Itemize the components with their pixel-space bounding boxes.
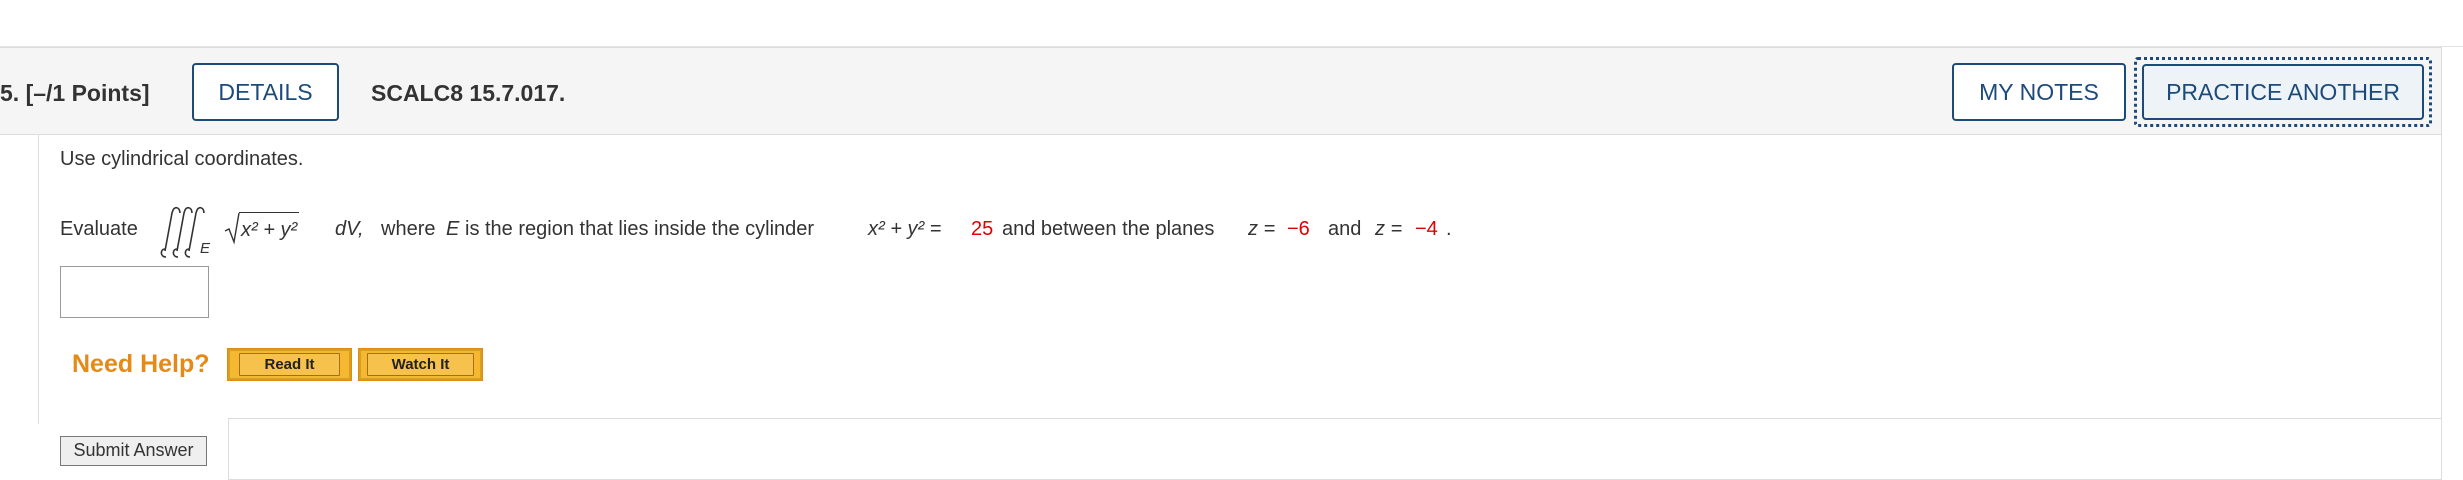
evaluate-label: Evaluate bbox=[60, 218, 138, 240]
period: . bbox=[1446, 218, 1452, 240]
top-bar bbox=[0, 0, 2463, 47]
read-it-button[interactable]: Read It bbox=[227, 348, 352, 381]
plane1-value: −6 bbox=[1287, 218, 1310, 240]
between-text: and between the planes bbox=[1002, 218, 1215, 240]
where-text: where bbox=[381, 218, 436, 240]
problem-code: SCALC8 15.7.017. bbox=[371, 80, 566, 106]
practice-another-button[interactable]: PRACTICE ANOTHER bbox=[2142, 64, 2424, 120]
answer-input[interactable] bbox=[60, 266, 209, 318]
plane2-value: −4 bbox=[1415, 218, 1438, 240]
instruction-text: Use cylindrical coordinates. bbox=[60, 148, 304, 170]
radius-squared: 25 bbox=[971, 218, 994, 240]
and-text: and bbox=[1328, 218, 1362, 240]
sqrt-sign-icon bbox=[224, 212, 240, 245]
plane1-lhs: z = bbox=[1248, 218, 1276, 240]
region-text: is the region that lies inside the cylin… bbox=[465, 218, 815, 240]
question-body bbox=[38, 134, 2442, 424]
feedback-panel bbox=[228, 418, 2442, 480]
details-button[interactable]: DETAILS bbox=[192, 63, 339, 121]
integral-subscript: E bbox=[200, 240, 211, 257]
need-help-label: Need Help? bbox=[72, 350, 210, 378]
question-header: 5. [–/1 Points] DETAILS SCALC8 15.7.017.… bbox=[0, 47, 2442, 135]
practice-another-focus-ring: PRACTICE ANOTHER bbox=[2134, 57, 2432, 127]
my-notes-button[interactable]: MY NOTES bbox=[1952, 63, 2126, 121]
plane2-lhs: z = bbox=[1375, 218, 1403, 240]
read-it-label: Read It bbox=[239, 353, 340, 376]
integrand: x² + y² bbox=[239, 212, 300, 242]
watch-it-label: Watch It bbox=[366, 353, 475, 376]
dv-text: dV, bbox=[335, 218, 364, 240]
cylinder-lhs: x² + y² = bbox=[868, 218, 942, 240]
region-var: E bbox=[446, 218, 460, 240]
points-label: 5. [–/1 Points] bbox=[0, 80, 150, 106]
submit-answer-button[interactable]: Submit Answer bbox=[60, 436, 207, 466]
watch-it-button[interactable]: Watch It bbox=[358, 348, 483, 381]
